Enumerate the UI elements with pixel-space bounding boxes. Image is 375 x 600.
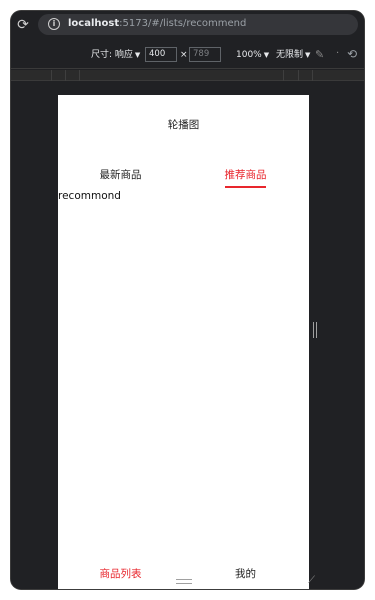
separator-icon: · bbox=[336, 48, 340, 59]
height-input[interactable]: 789 bbox=[189, 47, 221, 62]
bottom-nav-mine[interactable]: 我的 bbox=[183, 566, 308, 581]
pen-icon[interactable]: ✎ bbox=[315, 48, 329, 62]
reload-icon[interactable]: ⟳ bbox=[15, 17, 31, 33]
resize-handle-bottom[interactable] bbox=[176, 579, 192, 584]
throttle-dropdown[interactable]: 无限制 ▼ bbox=[276, 49, 310, 61]
resize-handle-right[interactable] bbox=[313, 322, 317, 338]
ruler bbox=[11, 70, 364, 81]
browser-window: ⟳ i localhost:5173/#/lists/recommend 尺寸:… bbox=[11, 11, 364, 589]
device-screen: 轮播图 最新商品 推荐商品 recommond 商品列表 我的 bbox=[58, 95, 309, 589]
chevron-down-icon: ▼ bbox=[263, 51, 270, 59]
device-toolbar: 尺寸: 响应 ▼ 400 × 789 100% ▼ 无限制 ▼ ✎ · ⟲ bbox=[11, 39, 364, 69]
info-icon[interactable]: i bbox=[48, 18, 60, 30]
carousel-placeholder: 轮播图 bbox=[167, 119, 200, 131]
resize-corner-icon[interactable]: ⟋ bbox=[308, 576, 318, 586]
url-host: localhost bbox=[68, 18, 120, 29]
rotate-icon[interactable]: ⟲ bbox=[347, 47, 361, 61]
chevron-down-icon: ▼ bbox=[134, 51, 141, 59]
url-path: :5173/#/lists/recommend bbox=[119, 18, 247, 29]
width-value: 400 bbox=[149, 49, 166, 59]
throttle-label: 无限制 bbox=[276, 50, 304, 60]
dimensions-dropdown[interactable]: 尺寸: 响应 ▼ bbox=[91, 49, 140, 61]
active-tab-indicator bbox=[225, 186, 266, 188]
dimensions-label: 尺寸: 响应 bbox=[91, 50, 133, 60]
tab-content-text: recommond bbox=[58, 190, 121, 202]
zoom-dropdown[interactable]: 100% ▼ bbox=[236, 49, 269, 61]
chevron-down-icon: ▼ bbox=[305, 51, 311, 59]
times-sign: × bbox=[180, 50, 188, 60]
url-field[interactable]: i localhost:5173/#/lists/recommend bbox=[38, 14, 358, 35]
tab-recommend[interactable]: 推荐商品 bbox=[183, 167, 308, 182]
height-placeholder: 789 bbox=[193, 49, 210, 59]
width-input[interactable]: 400 bbox=[145, 47, 177, 62]
device-viewport-area: 轮播图 最新商品 推荐商品 recommond 商品列表 我的 ⟋ bbox=[11, 82, 364, 589]
url-text: localhost:5173/#/lists/recommend bbox=[68, 17, 246, 31]
tab-latest[interactable]: 最新商品 bbox=[58, 167, 183, 182]
zoom-label: 100% bbox=[236, 50, 262, 60]
address-bar: ⟳ i localhost:5173/#/lists/recommend bbox=[11, 11, 364, 39]
bottom-nav-product-list[interactable]: 商品列表 bbox=[58, 566, 183, 581]
